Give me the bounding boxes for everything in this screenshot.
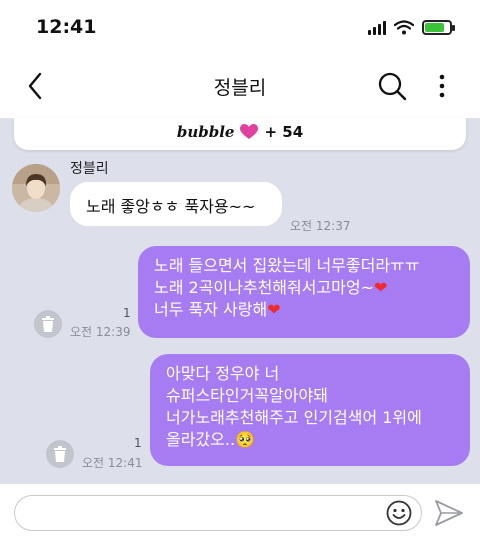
message-time: 오전 12:41	[82, 456, 143, 470]
search-icon[interactable]	[376, 70, 408, 102]
message-line: 올라갔오..🥺	[166, 430, 255, 449]
unread-count: 1	[123, 306, 131, 320]
trash-icon	[42, 316, 54, 332]
message-line: 노래 2곡이나추천해줘서고마엉~❤	[154, 278, 388, 297]
message-line: 슈퍼스타인거꼭알아야돼	[166, 386, 328, 405]
chat-title: 정블리	[213, 77, 267, 99]
more-options-icon[interactable]	[432, 70, 452, 102]
signal-icon	[368, 20, 386, 35]
bubble-banner[interactable]: bubble + 54	[14, 118, 466, 150]
status-bar: 12:41	[0, 0, 480, 58]
heart-emoji: ❤	[374, 278, 388, 297]
message-time: 오전 12:39	[70, 325, 131, 339]
incoming-message[interactable]: 노래 좋앙ㅎㅎ 푹자용~~	[70, 182, 282, 226]
outgoing-message[interactable]: 노래 들으면서 집왔는데 너무좋더라ㅠㅠ 노래 2곡이나추천해줘서고마엉~❤ 너…	[138, 246, 470, 338]
input-bar	[0, 484, 480, 538]
battery-icon	[422, 20, 455, 35]
message-input[interactable]	[14, 495, 422, 531]
emoji-icon[interactable]	[386, 500, 412, 526]
outgoing-message[interactable]: 아맞다 정우야 너 슈퍼스타인거꼭알아야돼 너가노래추천해주고 인기검색어 1위…	[150, 354, 470, 466]
message-line: 노래 들으면서 집왔는데 너무좋더라ㅠㅠ	[154, 256, 420, 275]
delete-button[interactable]	[46, 440, 74, 468]
send-icon[interactable]	[434, 499, 464, 527]
unread-count: 1	[134, 436, 142, 450]
status-time: 12:41	[36, 16, 97, 38]
sender-name: 정블리	[70, 161, 109, 177]
heart-emoji: ❤	[267, 300, 281, 319]
chat-header: 정블리	[0, 58, 480, 118]
wifi-icon	[394, 20, 414, 35]
delete-button[interactable]	[34, 310, 62, 338]
message-line: 너가노래추천해주고 인기검색어 1위에	[166, 408, 422, 427]
message-line: 너두 푹자 사랑해❤	[154, 300, 281, 319]
trash-icon	[54, 446, 66, 462]
bubble-logo: bubble	[176, 123, 235, 141]
bubble-count: + 54	[264, 123, 304, 141]
chat-area: bubble + 54 정블리 노래 좋앙ㅎㅎ 푹자용~~ 오전 12:37 노…	[0, 118, 480, 484]
avatar[interactable]	[12, 164, 60, 212]
status-icons	[368, 20, 455, 35]
message-time: 오전 12:37	[290, 219, 351, 233]
message-line: 아맞다 정우야 너	[166, 364, 280, 383]
heart-icon	[240, 124, 259, 139]
